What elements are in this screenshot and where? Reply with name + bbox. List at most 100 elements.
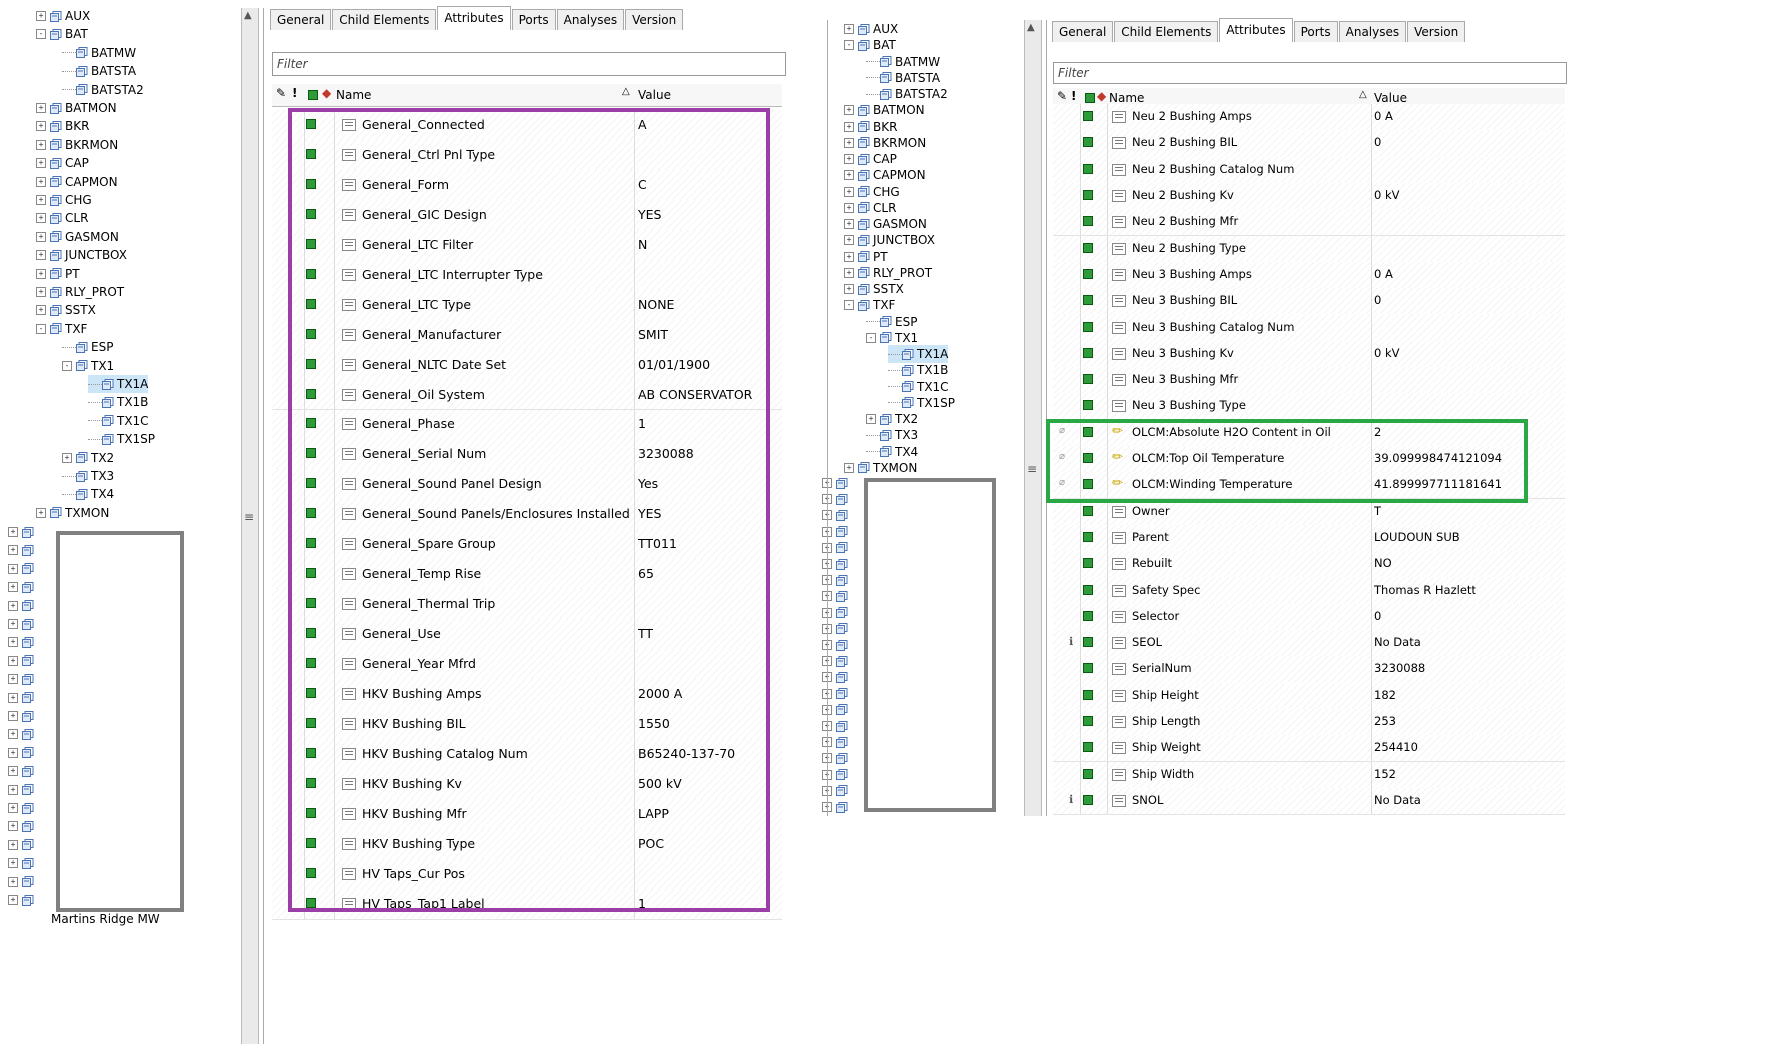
expand-icon[interactable]: +	[36, 268, 46, 279]
attribute-row[interactable]: Neu 3 Bushing Catalog Num	[1053, 314, 1565, 342]
splitter-grip-icon[interactable]: ≡	[244, 510, 254, 524]
expand-icon[interactable]: +	[844, 24, 854, 34]
expand-icon[interactable]: +	[844, 267, 854, 278]
expand-icon[interactable]: +	[36, 103, 46, 113]
tree-item-collapsed[interactable]: +	[8, 523, 34, 541]
left-splitter[interactable]	[241, 8, 259, 1044]
expand-icon[interactable]: +	[36, 11, 46, 21]
expand-icon[interactable]: +	[844, 235, 854, 246]
attribute-row[interactable]: ℹ SEOL No Data	[1053, 630, 1565, 658]
expand-icon[interactable]: +	[36, 250, 46, 261]
expand-icon[interactable]: +	[62, 452, 72, 463]
expand-icon[interactable]: +	[8, 655, 18, 666]
tree-item-tx2[interactable]: + TX2	[62, 449, 114, 467]
tree-item-bat[interactable]: - BAT	[36, 25, 88, 43]
tree-item-collapsed[interactable]: +	[8, 578, 34, 596]
attribute-row[interactable]: Ship Weight 254410	[1053, 735, 1565, 763]
tree-item-collapsed[interactable]: +	[8, 633, 34, 651]
right-scroll-up-arrow[interactable]: ▲	[1027, 22, 1035, 33]
tree-item-batsta[interactable]: BATSTA	[62, 62, 136, 80]
tree-item-batmw[interactable]: BATMW	[62, 44, 136, 62]
attribute-row[interactable]: Neu 3 Bushing Amps 0 A	[1053, 261, 1565, 290]
tree-item-tx4[interactable]: TX4	[62, 485, 114, 503]
tree-item-martins-ridge-mw[interactable]: Martins Ridge MW	[10, 910, 160, 928]
attribute-value[interactable]: 0	[1374, 293, 1381, 307]
tree-item-chg[interactable]: + CHG	[36, 191, 92, 209]
tab-general[interactable]: General	[1052, 21, 1114, 42]
tree-item-txmon[interactable]: + TXMON	[36, 504, 109, 522]
tree-item-collapsed[interactable]: +	[8, 762, 34, 780]
expand-icon[interactable]: +	[36, 305, 46, 316]
expand-icon[interactable]: +	[8, 711, 18, 721]
attribute-row[interactable]: Safety Spec Thomas R Hazlett	[1053, 577, 1565, 605]
diamond-icon[interactable]: ◆	[322, 86, 331, 100]
attribute-value[interactable]: 0 A	[1374, 267, 1393, 281]
tree-item-tx1b[interactable]: TX1B	[88, 393, 148, 411]
tree-item-collapsed[interactable]: +	[8, 891, 34, 909]
attribute-value[interactable]: No Data	[1374, 635, 1421, 649]
expand-icon[interactable]: +	[36, 231, 46, 242]
expand-icon[interactable]: +	[8, 637, 18, 648]
attribute-row[interactable]: Parent LOUDOUN SUB	[1053, 524, 1565, 553]
expand-icon[interactable]: +	[8, 674, 18, 685]
expand-icon[interactable]: +	[36, 158, 46, 169]
attribute-row[interactable]: Ship Length 253	[1053, 708, 1565, 737]
expand-icon[interactable]: +	[8, 563, 18, 574]
expand-icon[interactable]: +	[8, 692, 18, 703]
tree-item-txf[interactable]: - TXF	[36, 320, 87, 338]
attribute-value[interactable]: 0 A	[1374, 109, 1393, 123]
tree-item-clr[interactable]: + CLR	[36, 209, 88, 227]
attribute-row[interactable]: ℹ SNOL No Data	[1053, 787, 1565, 816]
tree-item-tx1[interactable]: - TX1	[62, 357, 114, 375]
tree-item-tx3[interactable]: TX3	[62, 467, 114, 485]
attribute-row[interactable]: Neu 3 Bushing Kv 0 kV	[1053, 340, 1565, 368]
right-splitter[interactable]	[1024, 20, 1042, 816]
right-splitter-grip-icon[interactable]: ≡	[1027, 462, 1037, 476]
tree-item-collapsed[interactable]: +	[8, 781, 34, 799]
expand-icon[interactable]: +	[8, 729, 18, 740]
tree-item-sstx[interactable]: + SSTX	[36, 301, 96, 319]
expand-icon[interactable]: +	[8, 545, 18, 556]
collapse-icon[interactable]: -	[36, 29, 46, 40]
collapse-icon[interactable]: -	[844, 300, 854, 311]
expand-icon[interactable]: +	[36, 213, 46, 224]
tab-analyses[interactable]: Analyses	[1338, 21, 1407, 42]
tree-item-collapsed[interactable]: +	[8, 670, 34, 688]
attribute-value[interactable]: 0	[1374, 135, 1381, 149]
attribute-row[interactable]: Neu 2 Bushing Catalog Num	[1053, 156, 1565, 184]
expand-icon[interactable]: +	[8, 747, 18, 758]
tab-ports[interactable]: Ports	[1293, 21, 1338, 42]
expand-icon[interactable]: +	[8, 784, 18, 795]
collapse-icon[interactable]: -	[36, 323, 46, 334]
attribute-value[interactable]: Thomas R Hazlett	[1374, 583, 1476, 597]
tab-version[interactable]: Version	[625, 9, 684, 30]
expand-icon[interactable]: +	[844, 170, 854, 181]
expand-icon[interactable]: +	[866, 414, 876, 424]
tree-item-junctbox[interactable]: + JUNCTBOX	[36, 246, 127, 264]
attribute-value[interactable]: NO	[1374, 556, 1392, 570]
expand-icon[interactable]: +	[844, 105, 854, 116]
attribute-row[interactable]: Neu 2 Bushing BIL 0	[1053, 130, 1565, 158]
expand-icon[interactable]: +	[844, 202, 854, 213]
flag-icon[interactable]: !	[1071, 89, 1076, 103]
expand-icon[interactable]: +	[36, 139, 46, 150]
attribute-row[interactable]: Ship Width 152	[1053, 761, 1565, 789]
tree-item-collapsed[interactable]: +	[8, 707, 34, 725]
expand-icon[interactable]: +	[844, 251, 854, 262]
attribute-value[interactable]: 0 kV	[1374, 188, 1400, 202]
edit-pencil-icon[interactable]: ✎	[276, 86, 286, 100]
expand-icon[interactable]: +	[8, 766, 18, 777]
tree-item-esp[interactable]: ESP	[62, 338, 113, 356]
attribute-value[interactable]: 254410	[1374, 740, 1418, 754]
tab-child-elements[interactable]: Child Elements	[332, 9, 437, 30]
expand-icon[interactable]: +	[8, 821, 18, 832]
tree-item-rly-prot[interactable]: + RLY_PROT	[36, 283, 124, 301]
expand-icon[interactable]: +	[844, 186, 854, 197]
tree-item-collapsed[interactable]: +	[8, 541, 34, 559]
expand-icon[interactable]: +	[8, 858, 18, 869]
attribute-row[interactable]: Neu 3 Bushing BIL 0	[1053, 288, 1565, 316]
column-name-header[interactable]: Name	[1109, 91, 1144, 105]
attribute-row[interactable]: Neu 2 Bushing Type	[1053, 235, 1565, 263]
tree-item-collapsed[interactable]: +	[8, 597, 34, 615]
tree-item-aux[interactable]: + AUX	[36, 7, 90, 25]
